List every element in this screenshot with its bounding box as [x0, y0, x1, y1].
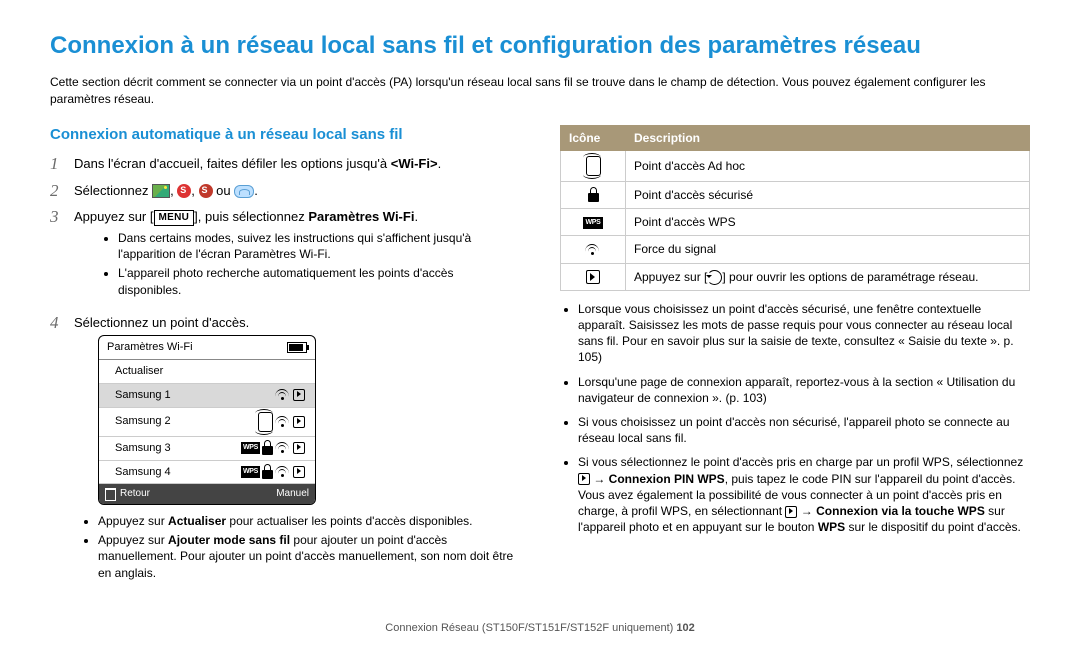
device-back-button: Retour — [99, 484, 207, 504]
step-number: 4 — [50, 314, 66, 333]
table-row: WPS Point d'accès WPS — [561, 209, 1030, 236]
chevron-right-icon — [293, 442, 305, 454]
right-column: Icône Description Point d'accès Ad hoc P… — [560, 125, 1030, 597]
chevron-right-icon — [586, 270, 600, 284]
wifi-icon — [585, 244, 601, 256]
step-2: 2 Sélectionnez , , ou . — [50, 182, 520, 201]
lock-icon — [262, 470, 273, 479]
step-number: 2 — [50, 182, 66, 201]
chevron-right-icon — [785, 506, 797, 518]
th-description: Description — [626, 125, 1030, 150]
lock-icon — [588, 193, 599, 202]
post-bullet-2: Appuyez sur Ajouter mode sans fil pour a… — [98, 532, 520, 581]
step-1: 1 Dans l'écran d'accueil, faites défiler… — [50, 155, 520, 174]
step-number: 1 — [50, 155, 66, 174]
device-row: Samsung 2 — [99, 408, 315, 437]
wifi-icon — [275, 389, 291, 401]
menu-button-icon: MENU — [154, 210, 195, 226]
chevron-right-icon — [293, 416, 305, 428]
wps-icon: WPS — [241, 466, 260, 477]
th-icon: Icône — [561, 125, 626, 150]
chevron-right-icon — [578, 473, 590, 485]
cloud-icon — [234, 185, 254, 198]
chevron-right-icon — [293, 466, 305, 478]
adhoc-icon — [258, 412, 273, 432]
device-manual-button: Manuel — [207, 484, 315, 504]
right-bullet-1: Lorsque vous choisissez un point d'accès… — [578, 301, 1030, 366]
step3-note-2: L'appareil photo recherche automatiqueme… — [118, 265, 520, 297]
wps-icon: WPS — [583, 217, 602, 228]
trash-icon — [105, 488, 116, 501]
wps-icon: WPS — [241, 442, 260, 453]
step-number: 3 — [50, 208, 66, 227]
table-row: Point d'accès Ad hoc — [561, 150, 1030, 181]
refresh-icon — [707, 270, 722, 285]
lock-icon — [262, 446, 273, 455]
right-bullet-3: Si vous choisissez un point d'accès non … — [578, 414, 1030, 446]
page-footer: Connexion Réseau (ST150F/ST151F/ST152F u… — [50, 621, 1030, 636]
device-row-refresh: Actualiser — [99, 360, 315, 384]
picture-icon — [152, 184, 170, 198]
step3-note-1: Dans certains modes, suivez les instruct… — [118, 230, 520, 262]
red-circle-icon — [199, 184, 213, 198]
right-bullet-2: Lorsqu'une page de connexion apparaît, r… — [578, 374, 1030, 406]
left-column: Connexion automatique à un réseau local … — [50, 125, 520, 597]
post-bullet-1: Appuyez sur Actualiser pour actualiser l… — [98, 513, 520, 529]
table-row: Appuyez sur [] pour ouvrir les options d… — [561, 263, 1030, 290]
chevron-right-icon — [293, 389, 305, 401]
wifi-icon — [275, 416, 291, 428]
section-subtitle: Connexion automatique à un réseau local … — [50, 125, 520, 145]
device-row: Samsung 4 WPS — [99, 461, 315, 485]
share-icon — [177, 184, 191, 198]
icon-description-table: Icône Description Point d'accès Ad hoc P… — [560, 125, 1030, 291]
step-3: 3 Appuyez sur [MENU], puis sélectionnez … — [50, 208, 520, 305]
table-row: Force du signal — [561, 236, 1030, 263]
device-row-selected: Samsung 1 — [99, 384, 315, 408]
battery-icon — [287, 342, 307, 353]
device-row: Samsung 3 WPS — [99, 437, 315, 461]
intro-text: Cette section décrit comment se connecte… — [50, 74, 1030, 106]
table-row: Point d'accès sécurisé — [561, 181, 1030, 208]
wifi-icon — [275, 466, 291, 478]
device-title: Paramètres Wi-Fi — [107, 340, 193, 355]
page-title: Connexion à un réseau local sans fil et … — [50, 30, 1030, 62]
device-screenshot: Paramètres Wi-Fi Actualiser Samsung 1 Sa… — [98, 335, 316, 505]
step-4: 4 Sélectionnez un point d'accès. Paramèt… — [50, 314, 520, 589]
adhoc-icon — [586, 156, 601, 176]
wifi-icon — [275, 442, 291, 454]
right-bullet-4: Si vous sélectionnez le point d'accès pr… — [578, 454, 1030, 535]
